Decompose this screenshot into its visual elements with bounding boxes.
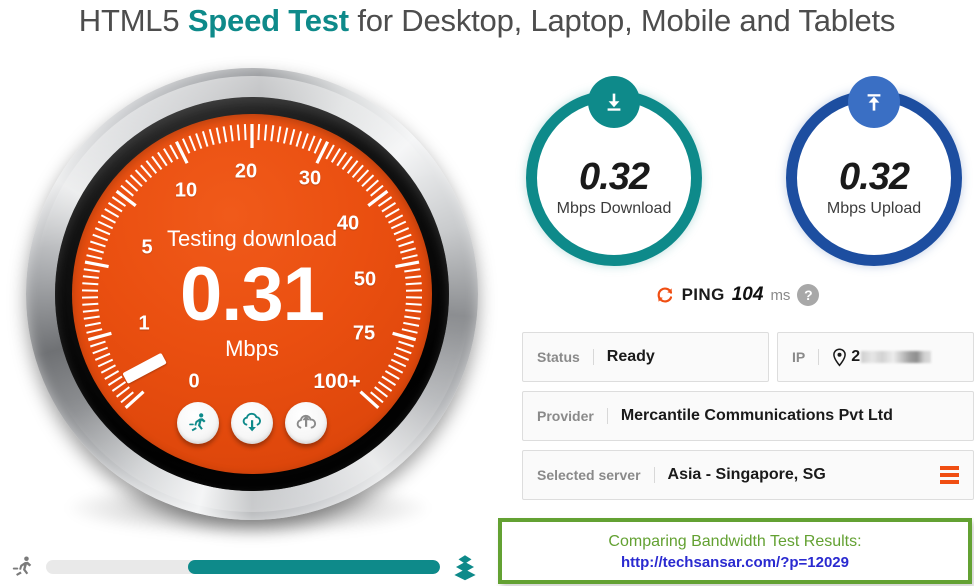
download-test-button[interactable]	[231, 402, 273, 444]
provider-value: Mercantile Communications Pvt Ltd	[620, 407, 893, 424]
info-line-server: Selected server Asia - Singapore, SG	[522, 450, 974, 500]
gauge-dial-face: 0 1 5 10 20 30 40 50 75 100+ Testing dow…	[72, 114, 432, 474]
ping-value: 104	[731, 284, 764, 305]
info-line-provider: Provider Mercantile Communications Pvt L…	[522, 391, 974, 441]
ip-label: IP	[792, 349, 820, 365]
upload-badge	[848, 76, 900, 128]
upload-test-button[interactable]	[285, 402, 327, 444]
info-line-status-ip: Status Ready IP 2	[522, 332, 974, 382]
status-box: Status Ready	[522, 332, 769, 382]
runner-icon	[189, 413, 206, 432]
download-arrow-icon	[607, 93, 621, 111]
hamburger-icon[interactable]	[940, 466, 959, 484]
provider-box: Provider Mercantile Communications Pvt L…	[522, 391, 974, 441]
page-title-suffix: for Desktop, Laptop, Mobile and Tablets	[348, 3, 896, 38]
location-pin-icon	[833, 347, 847, 367]
gauge-tick-label-0: 0	[188, 370, 200, 393]
page-title-brand: Speed Test	[187, 3, 349, 38]
result-rings: 0.32 Mbps Download 0.32 Mbps Upload	[500, 62, 974, 286]
page-title: HTML5 Speed Test for Desktop, Laptop, Mo…	[0, 0, 974, 44]
ping-unit: ms	[770, 286, 791, 304]
promo-box: Comparing Bandwidth Test Results: http:/…	[498, 518, 972, 584]
gauge-tick-label-20: 20	[234, 160, 258, 183]
gauge-tick-label-100: 100+	[313, 370, 361, 393]
start-test-button[interactable]	[177, 402, 219, 444]
cloud-upload-icon	[296, 414, 317, 429]
download-value: 0.32	[579, 156, 650, 198]
ip-box: IP 2	[777, 332, 974, 382]
runner-icon	[12, 556, 32, 576]
provider-label: Provider	[537, 408, 608, 424]
upload-arrow-icon	[867, 94, 881, 111]
ping-row: PING 104 ms ?	[500, 284, 974, 306]
download-result: 0.32 Mbps Download	[518, 76, 710, 272]
ip-value: 2	[851, 348, 861, 365]
ping-help-icon[interactable]: ?	[797, 284, 820, 306]
refresh-icon[interactable]	[655, 285, 675, 305]
results-panel: 0.32 Mbps Download 0.32 Mbps Upload PING…	[498, 62, 974, 586]
gauge-tick-label-30: 30	[298, 167, 322, 190]
layers-icon[interactable]	[450, 552, 480, 582]
page-title-prefix: HTML5	[78, 3, 188, 38]
speed-gauge: 0 1 5 10 20 30 40 50 75 100+ Testing dow…	[8, 62, 494, 548]
selected-server-label: Selected server	[537, 467, 655, 483]
upload-unit: Mbps Upload	[826, 200, 922, 217]
promo-title: Comparing Bandwidth Test Results:	[608, 533, 862, 550]
selected-server-value: Asia - Singapore, SG	[667, 466, 826, 483]
status-value: Ready	[606, 348, 655, 365]
upload-result: 0.32 Mbps Upload	[778, 76, 970, 272]
progress-bar[interactable]	[46, 560, 440, 574]
selected-server-box[interactable]: Selected server Asia - Singapore, SG	[522, 450, 974, 500]
gauge-status-label: Testing download	[166, 226, 337, 251]
download-unit: Mbps Download	[556, 200, 672, 217]
test-progress-row	[10, 548, 480, 586]
promo-link[interactable]: http://techsansar.com/?p=12029	[621, 554, 849, 571]
gauge-value: 0.31	[180, 252, 325, 337]
progress-bar-fill	[187, 560, 440, 574]
status-label: Status	[537, 349, 594, 365]
cloud-download-icon	[242, 412, 261, 432]
gauge-unit: Mbps	[225, 336, 279, 361]
ping-label: PING	[681, 285, 725, 304]
gauge-action-buttons	[72, 402, 432, 444]
upload-value: 0.32	[839, 156, 910, 198]
download-badge	[588, 76, 640, 128]
ip-redacted-mask	[861, 351, 932, 363]
speed-test-page: HTML5 Speed Test for Desktop, Laptop, Mo…	[0, 0, 974, 586]
connection-info: Status Ready IP 2 Provider Mercantile Co…	[522, 332, 974, 509]
gauge-tick-label-10: 10	[174, 179, 198, 202]
